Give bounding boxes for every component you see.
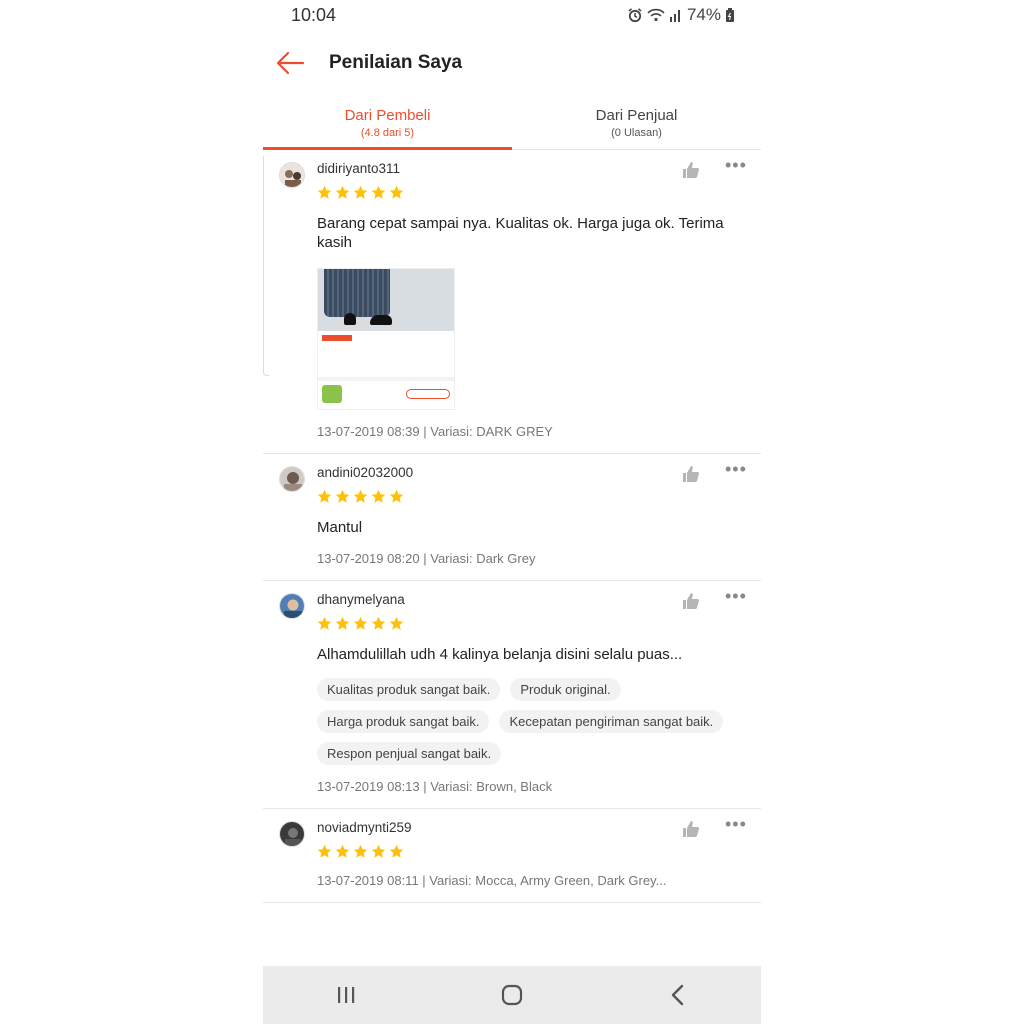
star-icon: [317, 185, 332, 199]
star-rating: [317, 185, 761, 200]
star-icon: [389, 844, 404, 858]
star-icon: [353, 185, 368, 199]
review-meta: 13-07-2019 08:20 | Variasi: Dark Grey: [317, 551, 536, 566]
star-rating: [317, 844, 761, 859]
star-icon: [335, 185, 350, 199]
review-comment: Mantul: [317, 519, 363, 536]
system-nav-bar: [263, 966, 761, 1024]
review-item: andini02032000 ••• Mantul 13-07-2019 08:…: [263, 454, 761, 581]
more-options-icon[interactable]: •••: [725, 460, 747, 480]
photo-caption-lines: [322, 335, 452, 341]
signal-icon: [669, 10, 680, 22]
star-icon: [335, 616, 350, 630]
arrow-left-icon[interactable]: [273, 48, 309, 78]
review-meta: 13-07-2019 08:39 | Variasi: DARK GREY: [317, 424, 553, 439]
tab-subtitle: (0 Ulasan): [611, 127, 662, 139]
battery-percent: 74%: [686, 5, 721, 24]
wifi-icon: [647, 8, 665, 22]
avatar[interactable]: [279, 466, 305, 492]
review-meta: 13-07-2019 08:11 | Variasi: Mocca, Army …: [317, 873, 667, 888]
page-title: Penilaian Saya: [329, 52, 463, 73]
review-tag[interactable]: Harga produk sangat baik.: [317, 710, 490, 733]
star-icon: [389, 616, 404, 630]
avatar[interactable]: [279, 162, 305, 188]
review-tag[interactable]: Respon penjual sangat baik.: [317, 742, 502, 765]
thumbs-up-icon[interactable]: [681, 160, 701, 180]
phone-screen: 10:04 74% Penilaian Saya Dari Pembeli (4…: [263, 0, 761, 1024]
tab-bar: Dari Pembeli (4.8 dari 5) Dari Penjual (…: [263, 100, 761, 150]
review-comment: Alhamdulillah udh 4 kalinya belanja disi…: [317, 646, 683, 663]
more-options-icon[interactable]: •••: [725, 587, 747, 607]
avatar[interactable]: [279, 593, 305, 619]
review-item: dhanymelyana ••• Alhamdulillah udh 4 kal…: [263, 581, 761, 809]
tab-label: Dari Penjual: [595, 107, 678, 124]
star-icon: [317, 489, 332, 503]
review-tag[interactable]: Produk original.: [510, 678, 621, 701]
star-icon: [389, 185, 404, 199]
star-icon: [335, 489, 350, 503]
avatar[interactable]: [279, 821, 305, 847]
tab-dari-penjual[interactable]: Dari Penjual (0 Ulasan): [512, 100, 761, 149]
more-options-icon[interactable]: •••: [725, 815, 747, 835]
star-icon: [389, 489, 404, 503]
star-icon: [371, 844, 386, 858]
review-item: didiriyanto311 ••• Barang cepat sampai n…: [263, 150, 761, 454]
star-icon: [353, 489, 368, 503]
photo-shop-logo: [322, 385, 342, 403]
star-rating: [317, 616, 761, 631]
home-icon[interactable]: [492, 975, 532, 1015]
star-icon: [317, 844, 332, 858]
review-tag[interactable]: Kecepatan pengiriman sangat baik.: [499, 710, 724, 733]
thumbs-up-icon[interactable]: [681, 591, 701, 611]
status-time: 10:04: [291, 5, 337, 25]
status-bar: 10:04 74%: [263, 0, 761, 32]
alarm-icon: [628, 8, 642, 23]
thumbs-up-icon[interactable]: [681, 464, 701, 484]
review-photo[interactable]: [317, 268, 455, 410]
star-icon: [353, 844, 368, 858]
star-icon: [371, 489, 386, 503]
recent-apps-icon[interactable]: [326, 975, 366, 1015]
app-bar: Penilaian Saya: [263, 40, 761, 88]
review-item: noviadmynti259 ••• 13-07-2019 08:11 | Va…: [263, 809, 761, 903]
star-icon: [371, 185, 386, 199]
status-icons: 74%: [627, 5, 735, 25]
review-meta: 13-07-2019 08:13 | Variasi: Brown, Black: [317, 779, 553, 794]
photo-shop-button: [406, 389, 450, 399]
star-icon: [317, 616, 332, 630]
more-options-icon[interactable]: •••: [725, 156, 747, 176]
review-tags: Kualitas produk sangat baik. Produk orig…: [317, 678, 747, 765]
back-chevron-icon[interactable]: [658, 975, 698, 1015]
tab-dari-pembeli[interactable]: Dari Pembeli (4.8 dari 5): [263, 100, 512, 150]
photo-product-shot: [318, 269, 454, 331]
thumbs-up-icon[interactable]: [681, 819, 701, 839]
review-list: didiriyanto311 ••• Barang cepat sampai n…: [263, 150, 761, 903]
star-icon: [353, 616, 368, 630]
star-icon: [371, 616, 386, 630]
battery-icon: [726, 8, 734, 22]
tab-label: Dari Pembeli: [344, 107, 431, 124]
star-icon: [335, 844, 350, 858]
review-tag[interactable]: Kualitas produk sangat baik.: [317, 678, 501, 701]
star-rating: [317, 489, 761, 504]
review-comment: Barang cepat sampai nya. Kualitas ok. Ha…: [317, 215, 724, 251]
tab-subtitle: (4.8 dari 5): [360, 127, 415, 139]
